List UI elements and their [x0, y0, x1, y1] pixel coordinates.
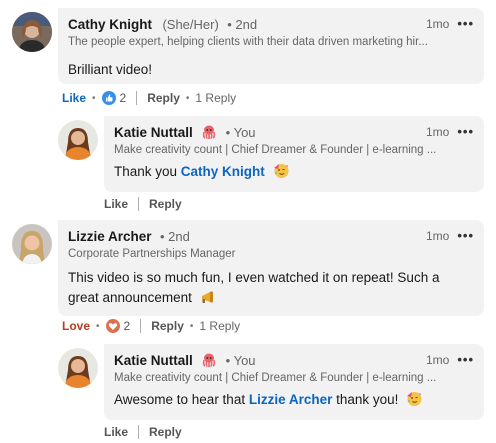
avatar[interactable] [12, 12, 52, 52]
more-options-icon[interactable]: ••• [457, 16, 474, 31]
bullet-separator: • [185, 92, 190, 104]
reaction-count[interactable]: 2 [124, 319, 131, 333]
like-button[interactable]: Like [104, 425, 128, 439]
comment-header: Katie Nuttall • You [114, 124, 474, 142]
more-options-icon[interactable]: ••• [457, 352, 474, 367]
reply-katie-nuttall-2: Katie Nuttall • You 1mo ••• Make creativ… [0, 340, 496, 443]
text-segment: This video is so much fun, I even watche… [68, 270, 440, 305]
comment-actions: Like • 2 Reply • 1 Reply [62, 89, 236, 107]
comment-bubble: Cathy Knight (She/Her) • 2nd 1mo ••• The… [58, 8, 484, 84]
comment-bubble: Katie Nuttall • You 1mo ••• Make creativ… [104, 344, 484, 420]
author-name[interactable]: Cathy Knight [68, 17, 152, 32]
partying-face-emoji [273, 162, 290, 185]
author-headline: The people expert, helping clients with … [68, 36, 428, 48]
comment-header: Katie Nuttall • You [114, 352, 474, 370]
divider [138, 425, 140, 439]
divider [138, 197, 140, 211]
bullet-separator: • [92, 92, 96, 104]
timestamp: 1mo [426, 228, 450, 243]
author-name[interactable]: Lizzie Archer [68, 229, 152, 244]
megaphone-emoji [200, 290, 217, 311]
comment-text: This video is so much fun, I even watche… [68, 268, 470, 311]
author-headline: Make creativity count | Chief Dreamer & … [114, 144, 437, 156]
text-segment: thank you! [332, 392, 399, 407]
author-headline: Make creativity count | Chief Dreamer & … [114, 372, 437, 384]
love-button[interactable]: Love [62, 319, 90, 333]
author-name[interactable]: Katie Nuttall [114, 353, 193, 368]
reply-button[interactable]: Reply [149, 197, 182, 211]
timestamp: 1mo [426, 124, 450, 139]
reply-button[interactable]: Reply [151, 319, 184, 333]
avatar[interactable] [58, 120, 98, 160]
comment-meta: 1mo ••• [426, 124, 474, 139]
comment-bubble: Lizzie Archer • 2nd 1mo ••• Corporate Pa… [58, 220, 484, 316]
connection-degree: • 2nd [227, 17, 258, 32]
comment-meta: 1mo ••• [426, 352, 474, 367]
reply-button[interactable]: Reply [149, 425, 182, 439]
avatar[interactable] [12, 224, 52, 264]
avatar[interactable] [58, 348, 98, 388]
comment-bubble: Katie Nuttall • You 1mo ••• Make creativ… [104, 116, 484, 192]
reaction-count[interactable]: 2 [120, 91, 127, 105]
bullet-separator: • [96, 320, 100, 332]
comment-text: Awesome to hear that Lizzie Archer thank… [114, 390, 470, 413]
comment-text: Thank you Cathy Knight [114, 162, 470, 185]
text-segment: Awesome to hear that [114, 392, 249, 407]
like-thumb-icon[interactable] [101, 91, 116, 105]
more-options-icon[interactable]: ••• [457, 124, 474, 139]
text-segment: Thank you [114, 164, 181, 179]
love-heart-icon[interactable] [105, 319, 120, 333]
author-name[interactable]: Katie Nuttall [114, 125, 193, 140]
replies-count-link[interactable]: 1 Reply [195, 91, 236, 105]
mention-link[interactable]: Cathy Knight [181, 164, 265, 179]
comment-meta: 1mo ••• [426, 16, 474, 31]
comment-text: Brilliant video! [68, 62, 153, 77]
connection-degree: • 2nd [159, 229, 190, 244]
comment-header: Cathy Knight (She/Her) • 2nd [68, 16, 474, 34]
partying-face-emoji [406, 390, 423, 413]
like-button[interactable]: Like [104, 197, 128, 211]
timestamp: 1mo [426, 352, 450, 367]
bullet-separator: • [189, 320, 194, 332]
more-options-icon[interactable]: ••• [457, 228, 474, 243]
octopus-emoji [201, 124, 217, 145]
author-headline: Corporate Partnerships Manager [68, 248, 236, 260]
reply-button[interactable]: Reply [147, 91, 180, 105]
replies-count-link[interactable]: 1 Reply [199, 319, 240, 333]
reply-katie-nuttall-1: Katie Nuttall • You 1mo ••• Make creativ… [0, 110, 496, 216]
comment-actions: Love • 2 Reply • 1 Reply [62, 317, 240, 335]
comment-lizzie-archer: Lizzie Archer • 2nd 1mo ••• Corporate Pa… [0, 216, 496, 340]
like-button[interactable]: Like [62, 91, 86, 105]
mention-link[interactable]: Lizzie Archer [249, 392, 333, 407]
connection-degree: • You [225, 353, 256, 368]
comment-actions: Like Reply [104, 423, 182, 441]
comment-meta: 1mo ••• [426, 228, 474, 243]
divider [140, 319, 142, 333]
divider [136, 91, 138, 105]
author-pronouns: (She/Her) [162, 17, 219, 32]
comment-actions: Like Reply [104, 195, 182, 213]
comment-cathy-knight: Cathy Knight (She/Her) • 2nd 1mo ••• The… [0, 0, 496, 110]
octopus-emoji [201, 352, 217, 373]
connection-degree: • You [225, 125, 256, 140]
comment-header: Lizzie Archer • 2nd [68, 228, 474, 246]
timestamp: 1mo [426, 16, 450, 31]
